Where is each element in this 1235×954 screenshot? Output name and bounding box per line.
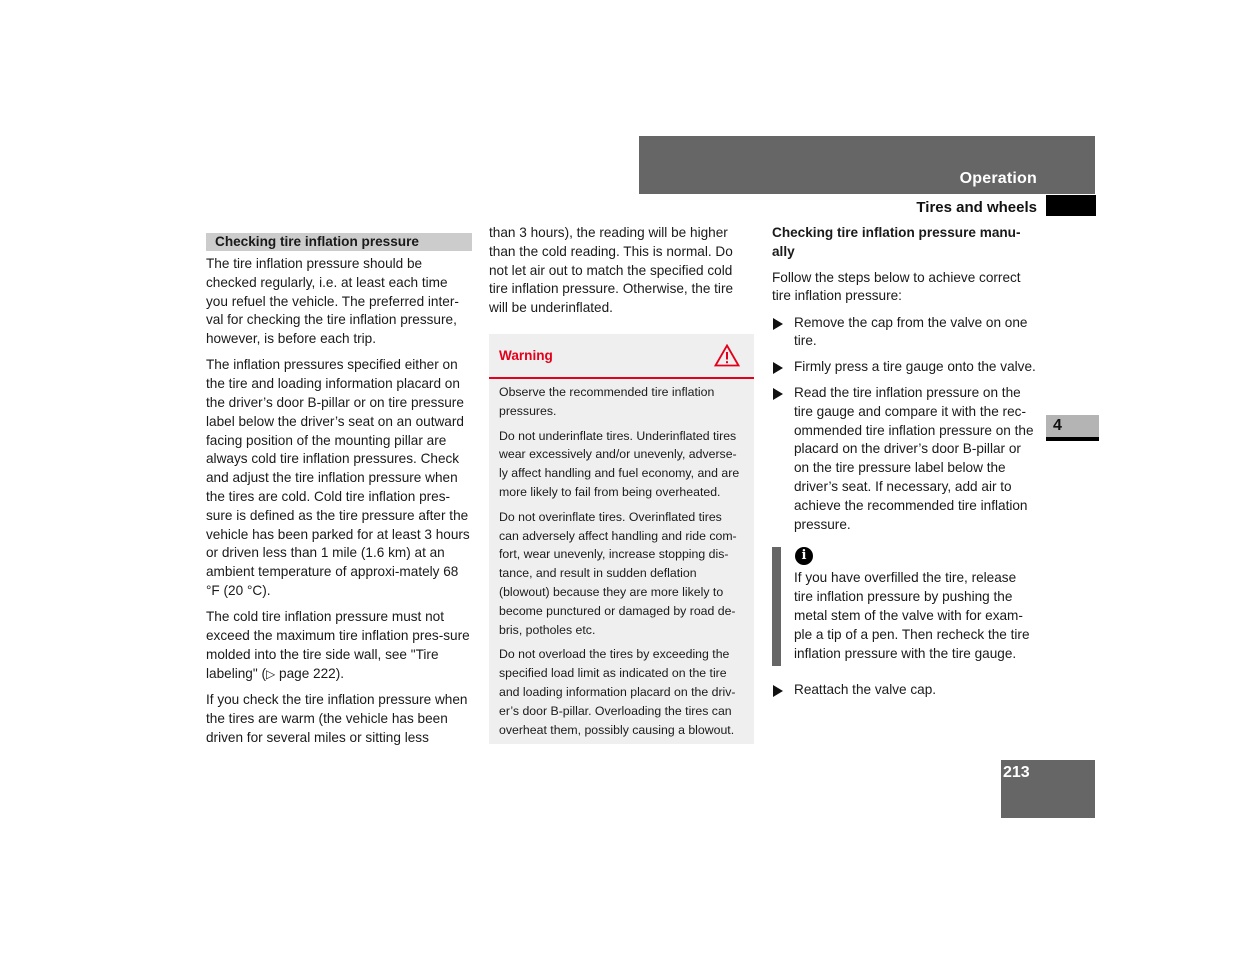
- step-item: Remove the cap from the valve on one tir…: [772, 314, 1038, 352]
- warning-label: Warning: [499, 348, 553, 363]
- header-band: Operation: [639, 136, 1095, 194]
- section-heading: Checking tire inflation pressure: [206, 233, 472, 251]
- page-number: 213: [1003, 764, 1030, 781]
- chapter-number: 4: [1053, 417, 1062, 434]
- step-arrow-icon: [773, 685, 783, 698]
- step-text: Read the tire inflation pressure on the …: [794, 385, 1034, 532]
- paragraph: If you check the tire inflation pressure…: [206, 692, 468, 745]
- step-text: Firmly press a tire gauge onto the valve…: [794, 359, 1036, 375]
- page-ref-arrow-icon: ▷: [266, 666, 276, 681]
- warning-paragraph: Do not underinflate tires. Underinflated…: [499, 428, 740, 499]
- left-column: Checking tire inflation pressure The tir…: [206, 233, 472, 755]
- step-item: Firmly press a tire gauge onto the valve…: [772, 358, 1038, 377]
- step-arrow-icon: [773, 362, 783, 375]
- warning-paragraph: Do not overload the tires by exceeding t…: [499, 647, 736, 737]
- info-icon: i: [795, 547, 813, 566]
- step-arrow-icon: [773, 388, 783, 401]
- right-column: Checking tire inflation pressure manu-al…: [772, 224, 1038, 707]
- subsection-heading: Checking tire inflation pressure manu-al…: [772, 225, 1021, 259]
- middle-column: than 3 hours), the reading will be highe…: [489, 224, 754, 325]
- paragraph: than 3 hours), the reading will be highe…: [489, 225, 734, 316]
- section-title: Operation: [959, 170, 1037, 187]
- chapter-tab: 4: [1046, 415, 1099, 441]
- step-text: Reattach the valve cap.: [794, 682, 937, 698]
- header-marker: [1046, 195, 1096, 216]
- note-text: If you have overfilled the tire, release…: [794, 570, 1030, 661]
- step-item: Read the tire inflation pressure on the …: [772, 384, 1038, 534]
- warning-paragraph: Do not overinflate tires. Overinflated t…: [499, 509, 737, 637]
- warning-box: Warning Observe the recommended tire inf…: [489, 334, 754, 744]
- paragraph: The inflation pressures specified either…: [206, 357, 470, 599]
- subsection-title: Tires and wheels: [916, 199, 1037, 216]
- page-ref-link[interactable]: page 222).: [275, 666, 344, 681]
- page-number-box: 213: [1001, 760, 1095, 818]
- intro-paragraph: Follow the steps below to achieve correc…: [772, 269, 1021, 304]
- step-item: Reattach the valve cap.: [772, 681, 1038, 700]
- note-bar: [772, 547, 781, 667]
- warning-body: Observe the recommended tire inflation p…: [489, 379, 754, 739]
- warning-triangle-icon: [714, 344, 740, 367]
- step-text: Remove the cap from the valve on one tir…: [794, 314, 1028, 349]
- info-note: i If you have overfilled the tire, relea…: [772, 547, 1038, 667]
- warning-header: Warning: [489, 334, 754, 379]
- step-arrow-icon: [773, 317, 783, 330]
- paragraph: The tire inflation pressure should be ch…: [206, 256, 459, 347]
- xref-paragraph: The cold tire inflation pressure must no…: [206, 608, 472, 683]
- warning-paragraph: Observe the recommended tire inflation p…: [499, 385, 715, 418]
